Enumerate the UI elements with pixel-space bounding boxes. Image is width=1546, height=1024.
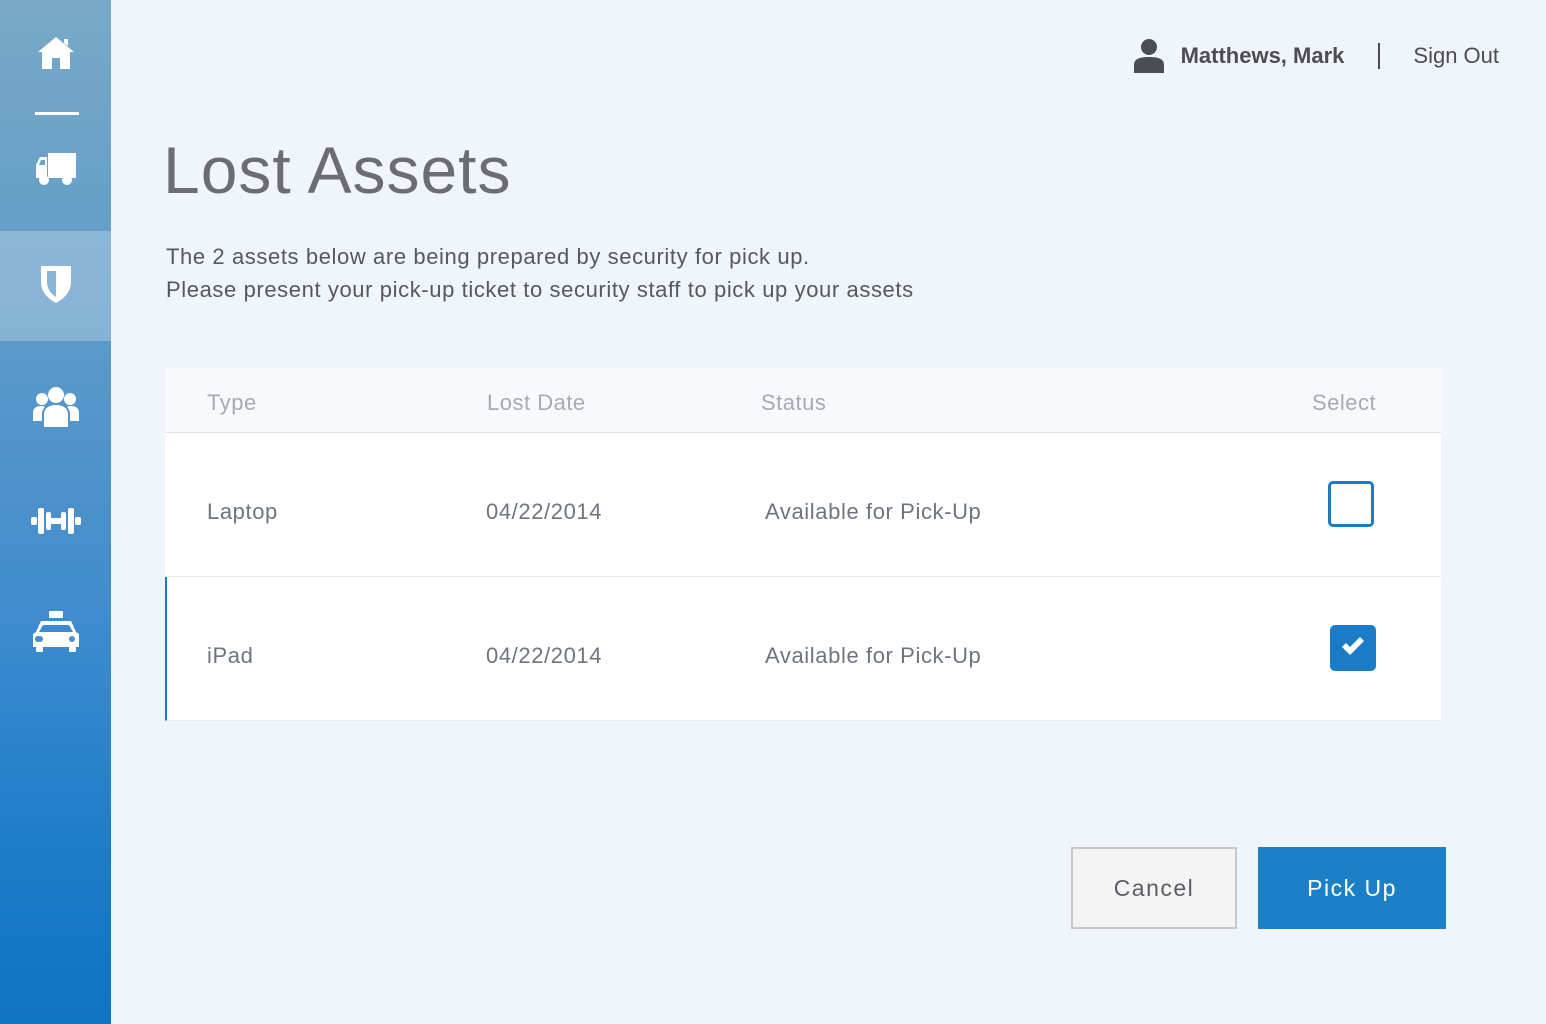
table-row[interactable]: Laptop 04/22/2014 Available for Pick-Up bbox=[165, 433, 1441, 577]
sidebar-divider bbox=[35, 112, 79, 115]
checkmark-icon bbox=[1340, 635, 1366, 662]
assets-table: Type Lost Date Status Select Laptop 04/2… bbox=[165, 368, 1441, 721]
home-icon bbox=[36, 35, 76, 76]
dumbbell-icon bbox=[29, 505, 83, 542]
shield-icon bbox=[39, 264, 73, 309]
column-header-type: Type bbox=[207, 390, 257, 415]
sidebar-item-home[interactable] bbox=[0, 0, 111, 110]
sidebar-item-transport[interactable] bbox=[0, 578, 111, 688]
header-separator bbox=[1378, 43, 1381, 69]
page-description: The 2 assets below are being prepared by… bbox=[166, 240, 914, 306]
sidebar-item-delivery[interactable] bbox=[0, 116, 111, 226]
sidebar-item-fitness[interactable] bbox=[0, 468, 111, 578]
user-area: Matthews, Mark Sign Out bbox=[1133, 36, 1499, 76]
sidebar-item-security[interactable] bbox=[0, 231, 111, 341]
sidebar bbox=[0, 0, 111, 1024]
pick-up-button[interactable]: Pick Up bbox=[1258, 847, 1446, 929]
column-header-status: Status bbox=[761, 390, 827, 415]
cell-lost-date: 04/22/2014 bbox=[486, 499, 603, 524]
cell-status: Available for Pick-Up bbox=[765, 499, 982, 524]
select-checkbox[interactable] bbox=[1330, 625, 1376, 671]
description-line-2: Please present your pick-up ticket to se… bbox=[166, 277, 914, 302]
page-title: Lost Assets bbox=[163, 133, 512, 207]
taxi-icon bbox=[31, 609, 81, 658]
description-line-1: The 2 assets below are being prepared by… bbox=[166, 244, 810, 269]
column-header-select: Select bbox=[1312, 390, 1377, 415]
cell-type: iPad bbox=[207, 643, 254, 668]
table-row[interactable]: iPad 04/22/2014 Available for Pick-Up bbox=[165, 577, 1441, 721]
truck-icon bbox=[34, 151, 78, 192]
cancel-button[interactable]: Cancel bbox=[1071, 847, 1237, 929]
cell-type: Laptop bbox=[207, 499, 278, 524]
users-icon bbox=[32, 385, 80, 434]
column-header-lost-date: Lost Date bbox=[487, 390, 586, 415]
sidebar-item-people[interactable] bbox=[0, 354, 111, 464]
sign-out-link[interactable]: Sign Out bbox=[1413, 43, 1499, 69]
cell-lost-date: 04/22/2014 bbox=[486, 643, 603, 668]
select-checkbox[interactable] bbox=[1328, 481, 1374, 527]
user-icon bbox=[1133, 38, 1165, 74]
table-header: Type Lost Date Status Select bbox=[165, 368, 1441, 433]
cell-status: Available for Pick-Up bbox=[765, 643, 982, 668]
user-name: Matthews, Mark bbox=[1180, 43, 1345, 68]
